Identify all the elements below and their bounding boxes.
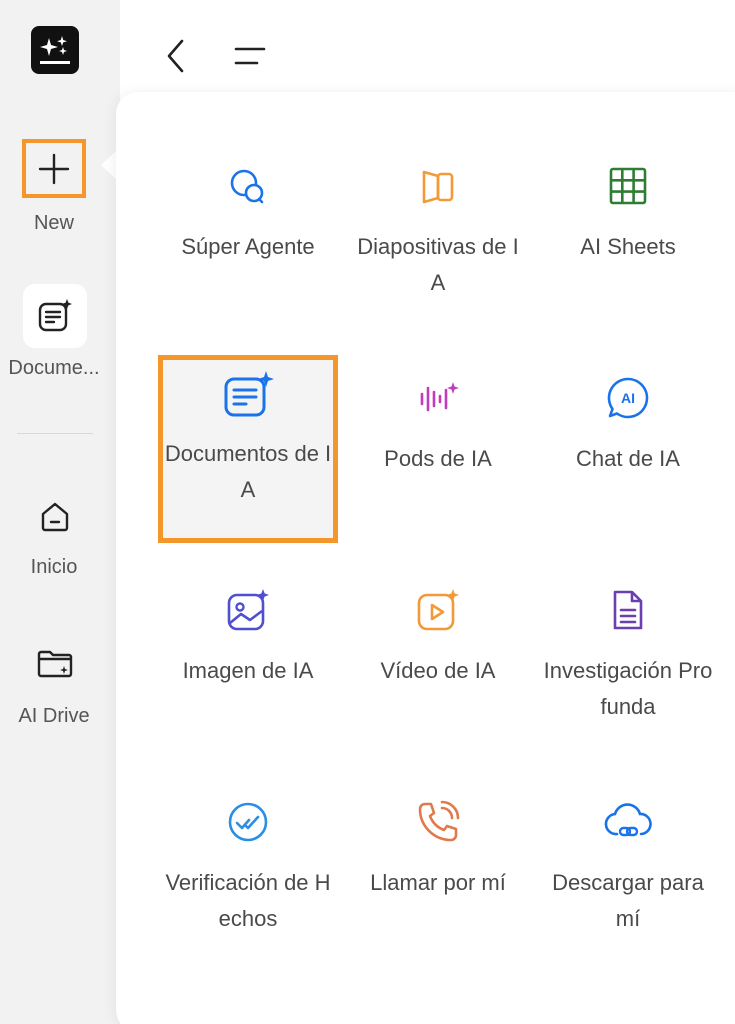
sparkle-logo-icon bbox=[40, 36, 70, 64]
menu-item-research[interactable]: Investigación Profunda bbox=[538, 571, 718, 759]
new-label: New bbox=[33, 212, 74, 234]
menu-item-label: Súper Agente bbox=[181, 234, 315, 259]
documents-label: Docume... bbox=[8, 357, 100, 379]
menu-lines-icon bbox=[234, 47, 266, 65]
menu-item-pods[interactable]: Pods de IA bbox=[348, 359, 528, 547]
menu-item-label: Imagen de IA bbox=[182, 658, 314, 683]
image-sparkle-icon bbox=[227, 589, 269, 631]
slides-icon bbox=[422, 170, 454, 204]
sidebar-item-drive[interactable] bbox=[35, 644, 75, 684]
back-button[interactable] bbox=[156, 36, 196, 76]
menu-item-super-agent[interactable]: Súper Agente bbox=[158, 147, 338, 335]
app-root: New Docume... Inicio AI Drive Súper Agen… bbox=[0, 0, 735, 1024]
menu-item-sheets[interactable]: AI Sheets bbox=[538, 147, 718, 335]
menu-item-documents[interactable]: Documentos de IA bbox=[158, 355, 338, 543]
menu-item-label: Descargar para mí bbox=[552, 870, 704, 931]
menu-button[interactable] bbox=[230, 36, 270, 76]
video-sparkle-icon bbox=[417, 589, 459, 631]
menu-item-label: AI Sheets bbox=[580, 234, 676, 259]
menu-item-label: Llamar por mí bbox=[370, 870, 506, 895]
sidebar-item-documents[interactable] bbox=[23, 284, 87, 348]
menu-item-label: Documentos de IA bbox=[164, 441, 332, 502]
folder-icon bbox=[37, 650, 73, 678]
menu-item-label: Chat de IA bbox=[576, 446, 680, 471]
home-icon bbox=[41, 502, 69, 532]
chat-bubbles-icon bbox=[230, 169, 264, 204]
document-sparkle-icon bbox=[38, 299, 72, 332]
phone-icon bbox=[418, 800, 460, 842]
sidebar-divider bbox=[17, 433, 93, 434]
new-button[interactable] bbox=[22, 139, 86, 198]
menu-item-slides[interactable]: Diapositivas de IA bbox=[348, 147, 528, 335]
sidebar-item-home[interactable] bbox=[35, 496, 75, 536]
menu-item-call[interactable]: Llamar por mí bbox=[348, 783, 528, 971]
file-text-icon bbox=[613, 590, 643, 630]
menu-item-download[interactable]: Descargar para mí bbox=[538, 783, 718, 971]
new-menu-popover: Súper Agente Diapositivas de IA AI Sheet… bbox=[116, 92, 735, 1024]
check-circle-icon bbox=[228, 802, 268, 842]
menu-item-fact-check[interactable]: Verificación de Hechos bbox=[158, 783, 338, 971]
svg-text:AI: AI bbox=[621, 390, 635, 406]
popover-arrow bbox=[101, 150, 117, 180]
grid-icon bbox=[609, 167, 647, 205]
audio-wave-icon bbox=[420, 382, 459, 412]
document-sparkle-icon bbox=[224, 371, 274, 417]
ai-chat-icon: AI bbox=[607, 377, 649, 419]
menu-item-label: Vídeo de IA bbox=[380, 658, 496, 683]
app-logo[interactable] bbox=[31, 26, 79, 74]
menu-item-label: Investigación Profunda bbox=[543, 658, 713, 719]
plus-icon bbox=[38, 153, 70, 184]
menu-item-label: Diapositivas de IA bbox=[357, 234, 519, 295]
menu-item-label: Pods de IA bbox=[384, 446, 492, 471]
home-label: Inicio bbox=[30, 556, 78, 578]
menu-item-video[interactable]: Vídeo de IA bbox=[348, 571, 528, 759]
chevron-left-icon bbox=[167, 39, 184, 73]
menu-item-image[interactable]: Imagen de IA bbox=[158, 571, 338, 759]
cloud-link-icon bbox=[604, 803, 652, 837]
drive-label: AI Drive bbox=[18, 705, 90, 727]
menu-item-label: Verificación de Hechos bbox=[165, 870, 331, 931]
menu-item-chat[interactable]: AI Chat de IA bbox=[538, 359, 718, 547]
